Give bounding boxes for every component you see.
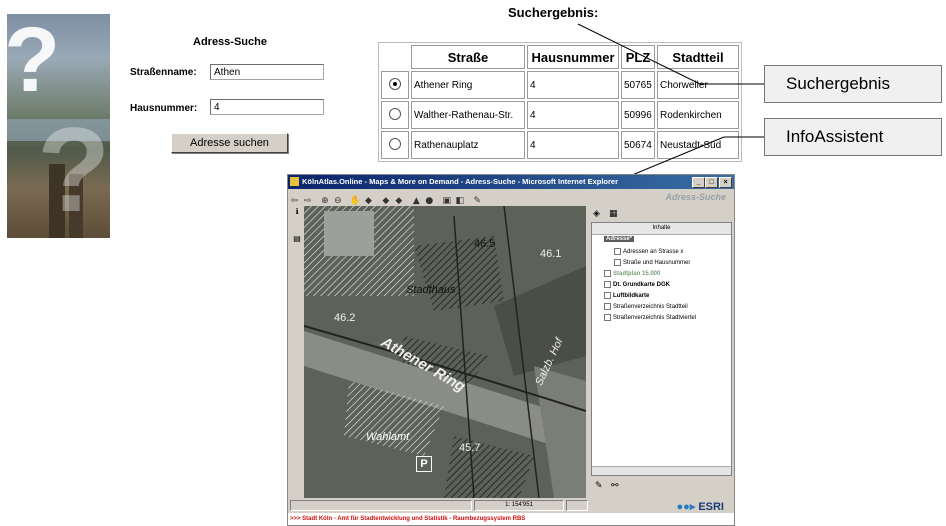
map-height-label: 46.1 bbox=[540, 248, 562, 260]
layer-tree: Inhalte Adresse* Adressen an Strasse x S… bbox=[591, 222, 732, 476]
scale-display: 1: 154'951 bbox=[474, 500, 564, 511]
tree-node[interactable]: Dt. Grundkarte DGK bbox=[602, 281, 670, 288]
minimize-button[interactable]: _ bbox=[692, 177, 705, 188]
close-button[interactable]: × bbox=[719, 177, 732, 188]
window-title: KölnAtlas.Online - Maps & More on Demand… bbox=[302, 177, 619, 186]
maximize-button[interactable]: □ bbox=[705, 177, 718, 188]
status-bar: 1: 154'951 bbox=[288, 499, 734, 511]
esri-logo: ●●▸ ESRI bbox=[676, 501, 724, 513]
tree-node[interactable]: Straße und Hausnummer bbox=[612, 259, 690, 266]
info-panel: ◈ ▦ Inhalte Adresse* Adressen an Strasse… bbox=[589, 206, 732, 496]
tool-icon[interactable]: ✎ bbox=[595, 481, 603, 491]
status-field bbox=[566, 500, 588, 511]
esri-logo-icon: ●●▸ bbox=[676, 501, 696, 513]
legend-tab-icon[interactable]: ▦ bbox=[609, 209, 618, 219]
layers-tab-icon[interactable]: ◈ bbox=[593, 209, 600, 219]
binoculars-icon[interactable]: ⚯ bbox=[611, 481, 619, 491]
tree-node[interactable]: Adressen an Strasse x bbox=[612, 248, 683, 255]
callout-info-assistant: InfoAssistent bbox=[764, 118, 942, 156]
callout-result: Suchergebnis bbox=[764, 65, 942, 103]
tree-node[interactable]: Straßenverzeichnis Stadtteil bbox=[602, 303, 688, 310]
browser-window: KölnAtlas.Online - Maps & More on Demand… bbox=[287, 174, 735, 526]
layer-icon[interactable]: ▤ bbox=[290, 234, 304, 243]
panel-header: Inhalte bbox=[592, 223, 731, 235]
map-height-label: 46.2 bbox=[334, 312, 356, 324]
map-view[interactable]: Stadthaus Athener Ring Salzb. Hof Wahlam… bbox=[304, 206, 586, 498]
horizontal-scrollbar[interactable] bbox=[592, 466, 731, 475]
map-label-stadthaus: Stadthaus bbox=[406, 284, 456, 296]
ie-icon bbox=[290, 177, 299, 186]
map-label-wahlamt: Wahlamt bbox=[366, 431, 410, 443]
left-toolbar: ℹ ▤ bbox=[290, 207, 304, 497]
tree-node-adresse[interactable]: Adresse* bbox=[604, 236, 635, 242]
app-name: Adress-Suche bbox=[665, 192, 726, 202]
window-titlebar: KölnAtlas.Online - Maps & More on Demand… bbox=[288, 175, 734, 189]
info-icon[interactable]: ℹ bbox=[290, 207, 304, 216]
tree-node[interactable]: Stadtplan 15.000 bbox=[602, 270, 660, 277]
footer-credit: >>> Stadt Köln - Amt für Stadtentwicklun… bbox=[288, 513, 734, 525]
parking-icon: P bbox=[416, 456, 432, 472]
tree-node[interactable]: Straßenverzeichnis Stadtviertel bbox=[602, 314, 696, 321]
status-field bbox=[290, 500, 472, 511]
tree-node[interactable]: Luftbildkarte bbox=[602, 292, 649, 299]
back-icon[interactable]: ⇦ bbox=[289, 196, 300, 207]
map-height-label: 46.5 bbox=[474, 238, 496, 250]
map-height-label: 45.7 bbox=[459, 442, 481, 454]
